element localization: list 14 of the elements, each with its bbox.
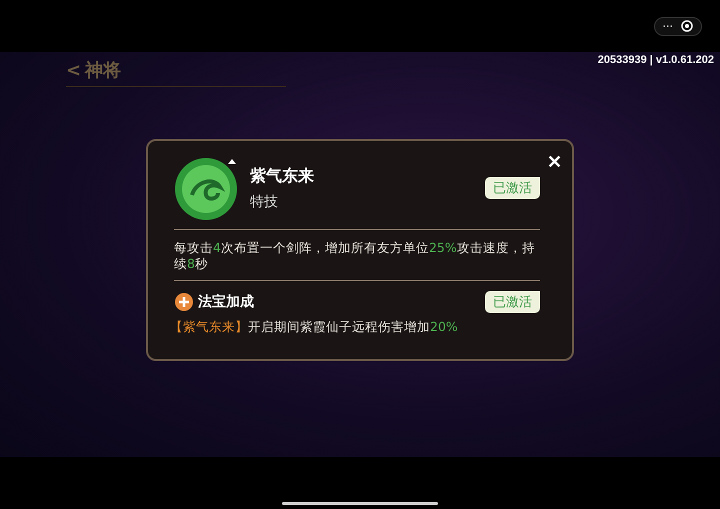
page-title: 神将	[85, 59, 122, 82]
close-button[interactable]: ✕	[547, 151, 562, 173]
skill-description: 每攻击4次布置一个剑阵，增加所有友方单位25%攻击速度，持续8秒	[174, 240, 536, 272]
menu-capsule[interactable]: ···	[654, 16, 702, 36]
status-tag: 已激活	[485, 291, 540, 313]
target-icon[interactable]	[681, 20, 693, 32]
skill-name: 紫气东来	[250, 166, 314, 186]
status-tag: 已激活	[485, 177, 540, 199]
version-label: 20533939 | v1.0.61.202	[598, 54, 714, 68]
skill-type: 特技	[250, 192, 279, 210]
treasure-icon	[174, 292, 194, 312]
bonus-title: 法宝加成	[198, 293, 254, 311]
skill-emblem-icon	[174, 155, 240, 221]
bonus-description: 【紫气东来】开启期间紫霞仙子远程伤害增加20%	[170, 319, 459, 335]
